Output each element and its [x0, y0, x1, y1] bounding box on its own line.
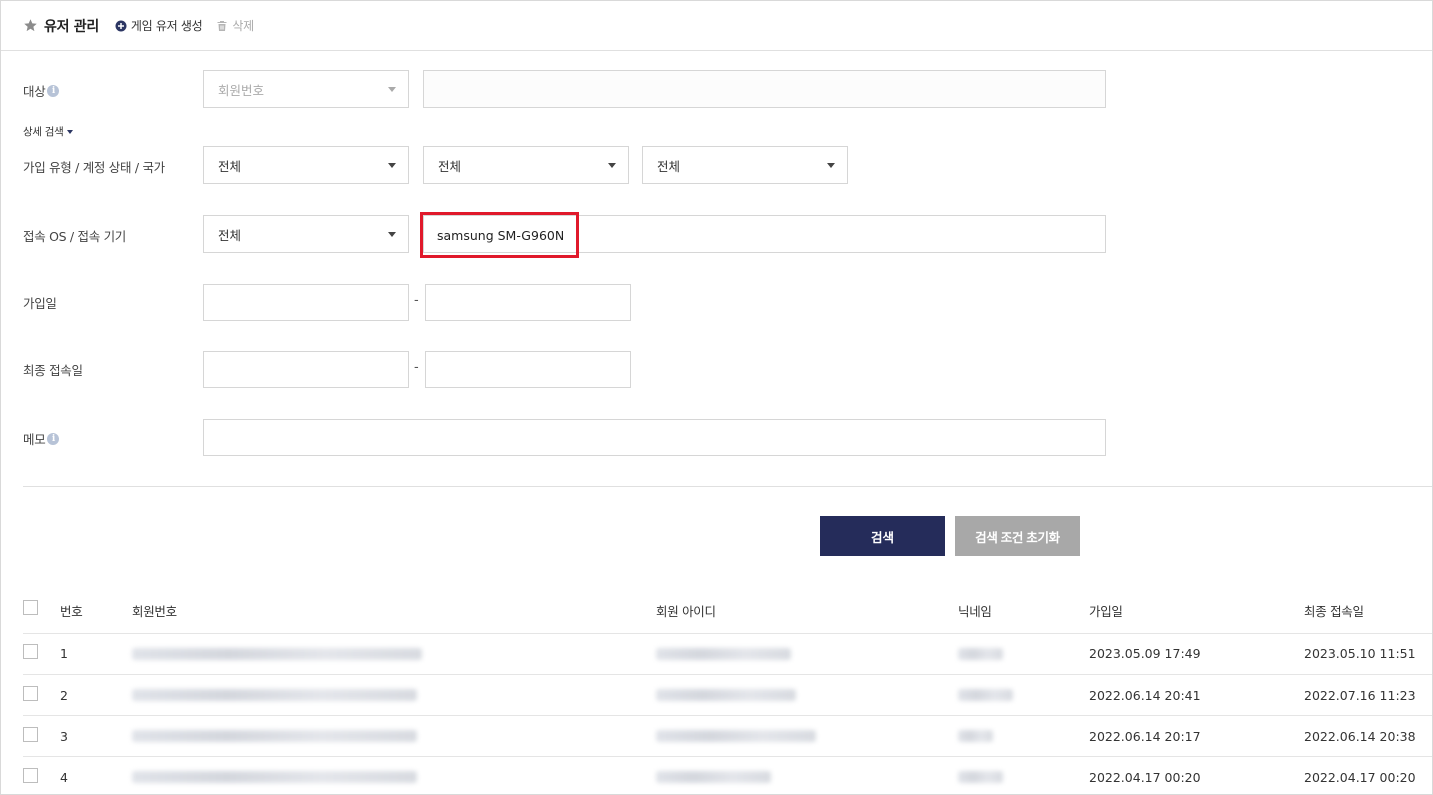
date-separator: - — [414, 293, 419, 308]
reset-search-button[interactable]: 검색 조건 초기화 — [955, 516, 1080, 556]
title-wrap: 유저 관리 — [23, 16, 99, 36]
target-select[interactable]: 회원번호 — [203, 70, 409, 108]
member-id-redacted — [656, 771, 771, 783]
row-number: 3 — [60, 729, 68, 744]
signup-date-label: 가입일 — [23, 296, 57, 311]
row-number: 1 — [60, 646, 68, 661]
column-header-nickname[interactable]: 닉네임 — [958, 601, 992, 620]
nickname-redacted — [958, 689, 1013, 701]
country-select[interactable]: 전체 — [642, 146, 848, 184]
plus-circle-icon — [115, 20, 127, 31]
target-input[interactable] — [423, 70, 1106, 108]
last-login-date: 2022.04.17 00:20 — [1304, 770, 1416, 785]
signup-date-to[interactable] — [425, 284, 631, 321]
user-management-page: 유저 관리 게임 유저 생성 삭제 대상 i 회원번호 상세 검색 가입 유형 … — [0, 0, 1433, 795]
row-divider — [23, 756, 1432, 757]
create-game-user-button[interactable]: 게임 유저 생성 — [115, 17, 203, 34]
delete-label: 삭제 — [232, 19, 254, 33]
last-login-date: 2022.06.14 20:38 — [1304, 729, 1416, 744]
signup-type-select[interactable]: 전체 — [203, 146, 409, 184]
chevron-down-icon — [388, 87, 396, 92]
country-value: 전체 — [657, 158, 681, 174]
chevron-down-icon — [388, 163, 396, 168]
last-login-date: 2022.07.16 11:23 — [1304, 688, 1416, 703]
memo-label-text: 메모 — [23, 432, 46, 447]
signup-type-value: 전체 — [218, 158, 242, 174]
column-header-member-no[interactable]: 회원번호 — [132, 601, 177, 620]
search-button[interactable]: 검색 — [820, 516, 945, 556]
chevron-down-icon — [388, 232, 396, 237]
row-divider — [23, 674, 1432, 675]
column-header-no[interactable]: 번호 — [60, 601, 83, 620]
nickname-redacted — [958, 648, 1003, 660]
page-header: 유저 관리 게임 유저 생성 삭제 — [1, 1, 1432, 51]
joined-date: 2022.06.14 20:17 — [1089, 729, 1201, 744]
column-header-member-id[interactable]: 회원 아이디 — [656, 601, 716, 620]
column-header-joined[interactable]: 가입일 — [1089, 601, 1123, 620]
signup-date-from[interactable] — [203, 284, 409, 321]
target-label: 대상 i — [23, 81, 60, 100]
date-separator: - — [414, 360, 419, 375]
last-login-from[interactable] — [203, 351, 409, 388]
row-number: 2 — [60, 688, 68, 703]
chevron-down-icon — [608, 163, 616, 168]
member-no-redacted — [132, 648, 422, 660]
member-id-redacted — [656, 730, 816, 742]
detail-search-label: 상세 검색 — [23, 126, 64, 138]
signup-row-label: 가입 유형 / 계정 상태 / 국가 — [23, 160, 165, 175]
row-checkbox[interactable] — [23, 768, 38, 783]
form-divider — [23, 486, 1432, 487]
member-no-redacted — [132, 771, 417, 783]
os-select[interactable]: 전체 — [203, 215, 409, 253]
memo-label: 메모 i — [23, 429, 60, 448]
row-checkbox[interactable] — [23, 644, 38, 659]
member-id-redacted — [656, 648, 791, 660]
row-divider — [23, 715, 1432, 716]
target-label-text: 대상 — [23, 84, 46, 99]
trash-icon — [217, 20, 227, 31]
table-header-divider — [23, 633, 1432, 634]
last-login-label: 최종 접속일 — [23, 363, 83, 378]
joined-date: 2022.06.14 20:41 — [1089, 688, 1201, 703]
member-id-redacted — [656, 689, 796, 701]
device-input-value: samsung SM-G960N — [437, 227, 565, 243]
page-title: 유저 관리 — [44, 18, 99, 35]
member-no-redacted — [132, 730, 417, 742]
account-status-value: 전체 — [438, 158, 462, 174]
device-input-highlight[interactable]: samsung SM-G960N — [420, 212, 579, 258]
create-game-user-label: 게임 유저 생성 — [130, 19, 203, 33]
account-status-select[interactable]: 전체 — [423, 146, 629, 184]
nickname-redacted — [958, 730, 993, 742]
os-row-label: 접속 OS / 접속 기기 — [23, 229, 126, 244]
joined-date: 2022.04.17 00:20 — [1089, 770, 1201, 785]
row-checkbox[interactable] — [23, 686, 38, 701]
memo-input[interactable] — [203, 419, 1106, 456]
nickname-redacted — [958, 771, 1003, 783]
os-value: 전체 — [218, 227, 242, 243]
info-icon[interactable]: i — [47, 84, 60, 97]
delete-button[interactable]: 삭제 — [216, 17, 254, 34]
row-number: 4 — [60, 770, 68, 785]
last-login-date: 2023.05.10 11:51 — [1304, 646, 1416, 661]
last-login-to[interactable] — [425, 351, 631, 388]
target-select-value: 회원번호 — [218, 82, 265, 98]
star-icon — [24, 19, 37, 32]
joined-date: 2023.05.09 17:49 — [1089, 646, 1201, 661]
detail-search-toggle[interactable]: 상세 검색 — [23, 124, 74, 139]
info-icon[interactable]: i — [47, 432, 60, 445]
chevron-down-icon — [827, 163, 835, 168]
member-no-redacted — [132, 689, 417, 701]
row-checkbox[interactable] — [23, 727, 38, 742]
caret-down-icon — [67, 129, 74, 134]
select-all-checkbox[interactable] — [23, 600, 38, 615]
column-header-last-login[interactable]: 최종 접속일 — [1304, 601, 1364, 620]
